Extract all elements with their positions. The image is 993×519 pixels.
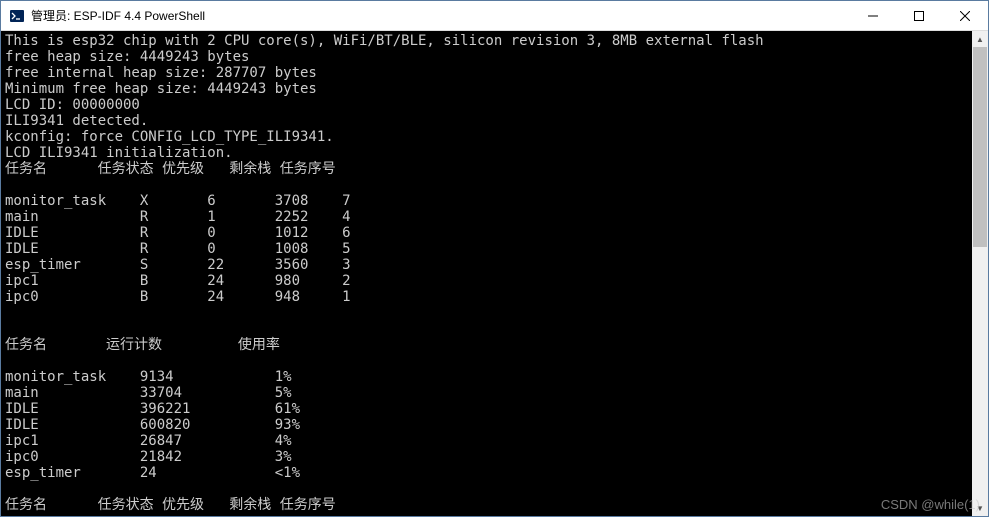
output-line: 任务名 任务状态 优先级 剩余栈 任务序号 <box>5 497 336 513</box>
output-line: ipc1 B 24 980 2 <box>5 273 351 289</box>
output-line: LCD ID: 00000000 <box>5 97 140 113</box>
scroll-thumb[interactable] <box>973 47 987 247</box>
output-line: ipc1 26847 4% <box>5 433 292 449</box>
terminal-area: This is esp32 chip with 2 CPU core(s), W… <box>1 31 988 516</box>
output-line: ipc0 21842 3% <box>5 449 292 465</box>
output-line: kconfig: force CONFIG_LCD_TYPE_ILI9341. <box>5 129 334 145</box>
scroll-down-button[interactable]: ▼ <box>972 500 988 516</box>
output-line: esp_timer S 22 3560 3 <box>5 257 351 273</box>
minimize-button[interactable] <box>850 1 896 30</box>
maximize-button[interactable] <box>896 1 942 30</box>
output-line: IDLE 396221 61% <box>5 401 300 417</box>
window-controls <box>850 1 988 30</box>
output-line: ipc0 B 24 948 1 <box>5 289 351 305</box>
output-line: ILI9341 detected. <box>5 113 148 129</box>
powershell-icon <box>9 8 25 24</box>
output-line: 任务名 运行计数 使用率 <box>5 337 280 353</box>
output-line: IDLE R 0 1012 6 <box>5 225 351 241</box>
output-line: main R 1 2252 4 <box>5 209 351 225</box>
output-line: This is esp32 chip with 2 CPU core(s), W… <box>5 33 764 49</box>
scroll-up-button[interactable]: ▲ <box>972 31 988 47</box>
output-line: main 33704 5% <box>5 385 292 401</box>
output-line: monitor_task X 6 3708 7 <box>5 193 351 209</box>
output-line: esp_timer 24 <1% <box>5 465 300 481</box>
vertical-scrollbar[interactable]: ▲ ▼ <box>972 31 988 516</box>
powershell-window: 管理员: ESP-IDF 4.4 PowerShell This is esp3… <box>0 0 989 517</box>
output-line: 任务名 任务状态 优先级 剩余栈 任务序号 <box>5 161 336 177</box>
terminal-output[interactable]: This is esp32 chip with 2 CPU core(s), W… <box>1 31 972 516</box>
close-button[interactable] <box>942 1 988 30</box>
output-line: LCD ILI9341 initialization. <box>5 145 233 161</box>
output-line: IDLE R 0 1008 5 <box>5 241 351 257</box>
titlebar: 管理员: ESP-IDF 4.4 PowerShell <box>1 1 988 31</box>
output-line: monitor_task 9134 1% <box>5 369 292 385</box>
output-line: Minimum free heap size: 4449243 bytes <box>5 81 317 97</box>
window-title: 管理员: ESP-IDF 4.4 PowerShell <box>31 7 850 24</box>
output-line: IDLE 600820 93% <box>5 417 300 433</box>
output-line: free internal heap size: 287707 bytes <box>5 65 317 81</box>
output-line: free heap size: 4449243 bytes <box>5 49 249 65</box>
